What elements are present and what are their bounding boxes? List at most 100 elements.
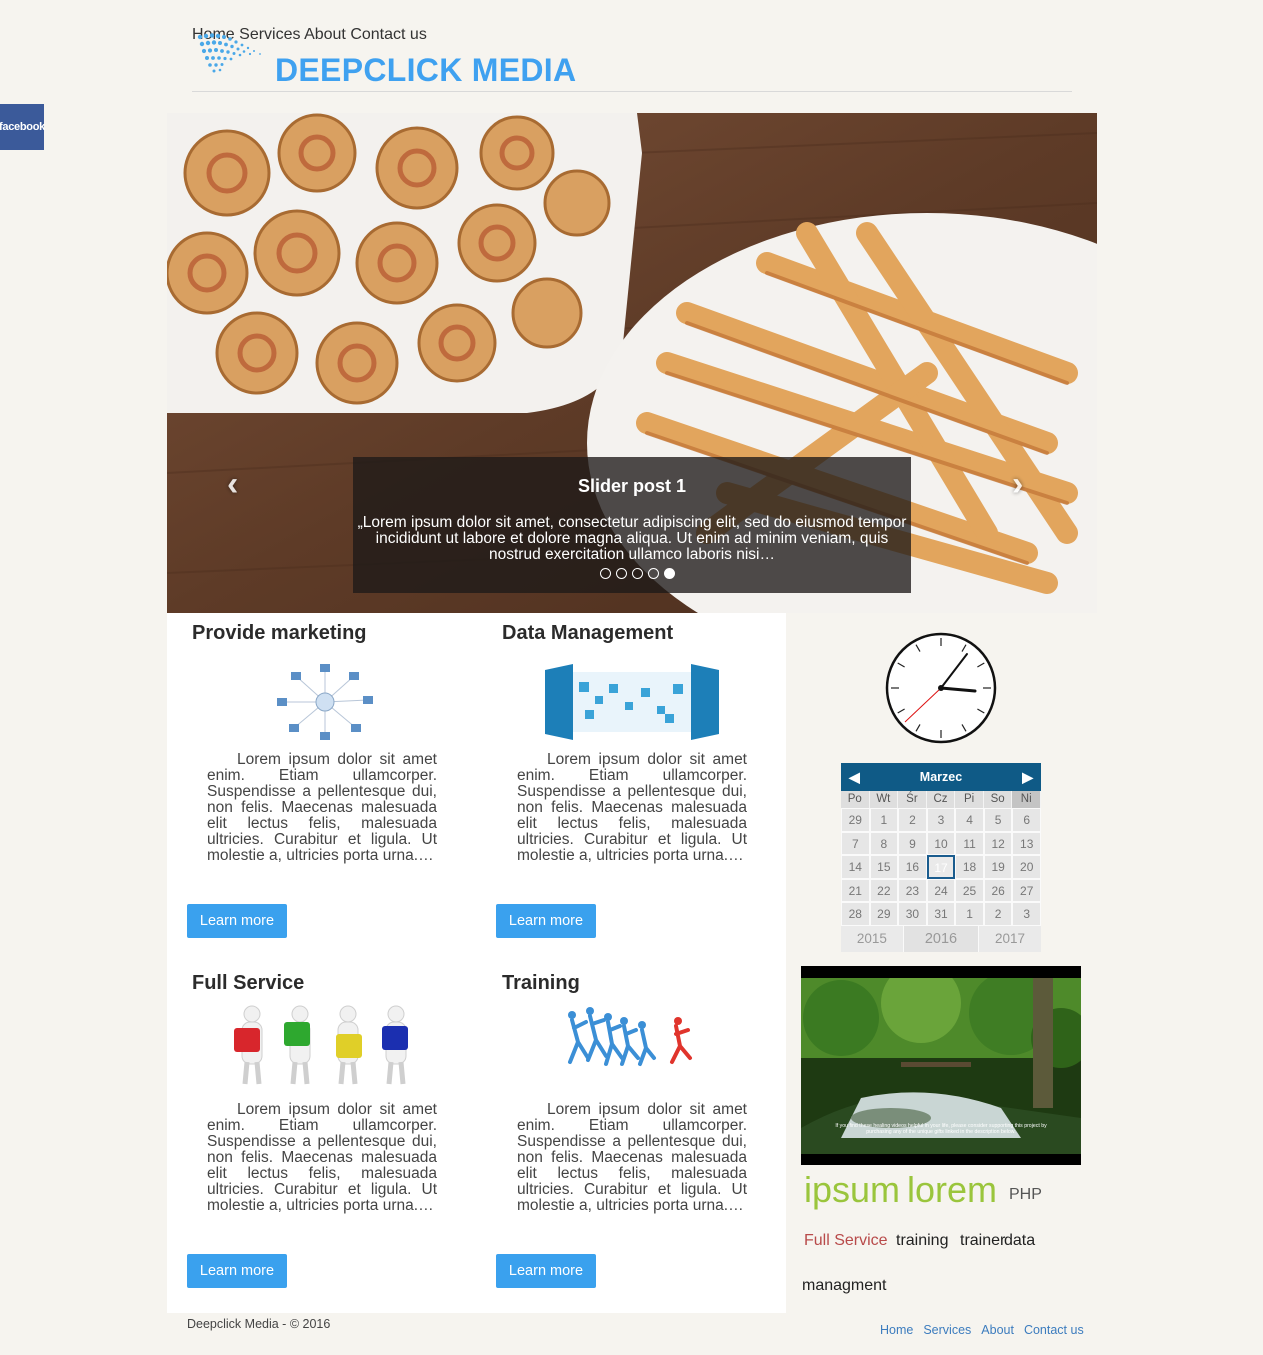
services-section: Provide marketing Lorem ipsum dolor sit … [167, 613, 786, 1313]
logo-text[interactable]: DEEPCLICK MEDIA [275, 52, 576, 89]
footer-copyright: Deepclick Media - © 2016 [187, 1317, 331, 1331]
calendar-weekday: So [983, 791, 1013, 808]
calendar-day[interactable]: 26 [983, 878, 1013, 903]
calendar-day[interactable]: 1 [955, 902, 984, 926]
calendar-day[interactable]: 12 [983, 831, 1013, 856]
learn-more-button[interactable]: Learn more [187, 904, 287, 938]
calendar-month: Marzec [919, 770, 963, 784]
calendar-grid: Po Wt Śr Cz Pi So Ni 29 1 2 3 4 5 6 7 8 9 10 11 12 13 14 15 16 1… [841, 791, 1041, 926]
slider-dot[interactable] [615, 568, 627, 579]
calendar-day[interactable]: 29 [841, 808, 870, 832]
slider-next-icon[interactable]: › [1012, 465, 1023, 504]
calendar-day[interactable]: 9 [898, 831, 927, 856]
calendar-day[interactable]: 21 [841, 878, 870, 903]
slider-text: „Lorem ipsum dolor sit amet, consectetur… [357, 514, 907, 563]
tag-lorem[interactable]: lorem [907, 1169, 997, 1211]
triangle-right-icon[interactable]: ▶ [1022, 769, 1033, 786]
year-next[interactable]: 2017 [979, 926, 1041, 952]
calendar-day[interactable]: 18 [955, 855, 984, 879]
tag-full-service[interactable]: Full Service [804, 1232, 888, 1250]
triangle-left-icon[interactable]: ◀ [849, 769, 860, 786]
year-current[interactable]: 2016 [902, 925, 980, 952]
tag-training[interactable]: training [896, 1232, 948, 1250]
learn-more-button[interactable]: Learn more [187, 1254, 287, 1288]
footer-nav-services[interactable]: Services [923, 1323, 971, 1337]
calendar-day[interactable]: 15 [869, 855, 899, 879]
logo-icon [197, 33, 261, 73]
calendar-widget: ◀ Marzec ▶ Po Wt Śr Cz Pi So Ni 29 1 2 3 4 5 6 7 8 9 10 11… [841, 763, 1041, 952]
calendar-day[interactable]: 25 [955, 878, 984, 903]
calendar-day[interactable]: 7 [841, 831, 870, 856]
calendar-day[interactable]: 10 [926, 831, 956, 856]
calendar-day[interactable]: 6 [1012, 808, 1041, 832]
video-subtitle: If you find these healing videos helpful… [835, 1123, 1047, 1135]
analog-clock [885, 632, 997, 744]
slider-dot[interactable] [631, 568, 643, 579]
calendar-day[interactable]: 31 [926, 902, 956, 926]
runners-icon [568, 1007, 692, 1066]
slider-dot-active[interactable] [663, 568, 675, 579]
tag-php[interactable]: PHP [1009, 1186, 1042, 1204]
card-title: Provide marketing [192, 622, 367, 644]
calendar-years: 2015 2016 2017 [841, 925, 1041, 952]
calendar-day[interactable]: 30 [898, 902, 927, 926]
card-data-management: Data Management Lorem ipsum dolor sit am… [502, 622, 752, 864]
calendar-day-today[interactable]: 17 [926, 855, 956, 879]
facebook-tab[interactable]: facebook [0, 104, 45, 150]
calendar-day[interactable]: 3 [1012, 902, 1041, 926]
main-nav: Home Services About Contact us [192, 26, 1072, 44]
calendar-day[interactable]: 24 [926, 878, 956, 903]
calendar-day[interactable]: 5 [983, 808, 1013, 832]
calendar-day[interactable]: 13 [1012, 831, 1041, 856]
footer-nav-home[interactable]: Home [880, 1323, 913, 1337]
calendar-day[interactable]: 4 [955, 808, 984, 832]
card-full-service: Full Service Lorem ipsum dolor sit amet … [192, 972, 442, 1214]
calendar-day[interactable]: 29 [869, 902, 899, 926]
calendar-header: ◀ Marzec ▶ [841, 763, 1041, 791]
puzzle-people-icon [234, 1005, 408, 1085]
calendar-day[interactable]: 11 [955, 831, 984, 856]
calendar-day[interactable]: 2 [898, 808, 927, 832]
card-training: Training Lorem ipsum dolor sit amet enim… [502, 972, 752, 1214]
calendar-weekday: Po [841, 791, 870, 808]
calendar-day[interactable]: 19 [983, 855, 1013, 879]
footer-nav: Home Services About Contact us [880, 1323, 1084, 1337]
tag-managment[interactable]: managment [802, 1277, 887, 1295]
learn-more-button[interactable]: Learn more [496, 904, 596, 938]
footer-nav-about[interactable]: About [981, 1323, 1014, 1337]
card-text: Lorem ipsum dolor sit amet enim. Etiam u… [517, 1101, 747, 1214]
card-text: Lorem ipsum dolor sit amet enim. Etiam u… [517, 751, 747, 864]
calendar-weekday: Ni [1012, 791, 1041, 808]
calendar-weekday: Wt [869, 791, 899, 808]
card-title: Training [502, 972, 580, 994]
calendar-day[interactable]: 23 [898, 878, 927, 903]
calendar-day[interactable]: 22 [869, 878, 899, 903]
year-prev[interactable]: 2015 [841, 926, 903, 952]
site-header: DEEPCLICK MEDIA Home Services About Cont… [192, 26, 1072, 92]
learn-more-button[interactable]: Learn more [496, 1254, 596, 1288]
slider-caption: Slider post 1 „Lorem ipsum dolor sit ame… [353, 457, 911, 593]
calendar-day[interactable]: 27 [1012, 878, 1041, 903]
calendar-day[interactable]: 2 [983, 902, 1013, 926]
footer-nav-contact[interactable]: Contact us [1024, 1323, 1084, 1337]
calendar-day[interactable]: 1 [869, 808, 899, 832]
card-title: Full Service [192, 972, 305, 994]
nav-about[interactable]: About [304, 26, 346, 43]
slider-dot[interactable] [647, 568, 659, 579]
hero-slider: ‹ › Slider post 1 „Lorem ipsum dolor sit… [167, 113, 1097, 613]
tag-trainer[interactable]: trainer [960, 1232, 1005, 1250]
card-title: Data Management [502, 622, 674, 644]
calendar-weekday: Śr [898, 791, 927, 808]
calendar-day[interactable]: 14 [841, 855, 870, 879]
video-player[interactable]: If you find these healing videos helpful… [801, 966, 1081, 1165]
tag-data[interactable]: data [1004, 1232, 1035, 1250]
nav-contact[interactable]: Contact us [350, 26, 426, 43]
calendar-day[interactable]: 3 [926, 808, 956, 832]
slider-prev-icon[interactable]: ‹ [227, 465, 238, 504]
calendar-day[interactable]: 28 [841, 902, 870, 926]
calendar-day[interactable]: 8 [869, 831, 899, 856]
slider-dot[interactable] [599, 568, 611, 579]
tag-ipsum[interactable]: ipsum [804, 1169, 900, 1211]
calendar-day[interactable]: 20 [1012, 855, 1041, 879]
calendar-day[interactable]: 16 [898, 855, 927, 879]
